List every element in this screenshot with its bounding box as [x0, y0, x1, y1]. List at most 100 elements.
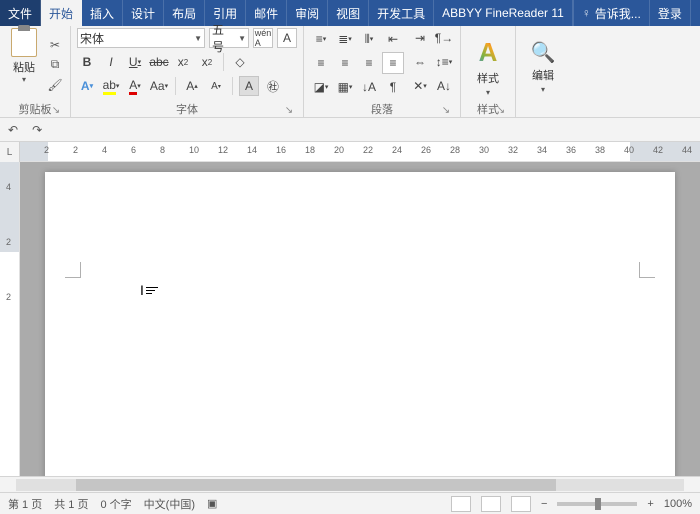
separator: [232, 77, 233, 95]
grow-font-button[interactable]: A▴: [182, 76, 202, 96]
zoom-in-button[interactable]: +: [647, 498, 653, 510]
font-name-combo[interactable]: 宋体▼: [77, 28, 205, 48]
styles-button[interactable]: A 样式 ▾: [467, 28, 509, 101]
font-group-label: 字体: [176, 101, 198, 117]
phonetic-icon: wénA: [255, 28, 272, 48]
ltr-button[interactable]: ¶→: [434, 28, 454, 48]
tab-selector[interactable]: L: [0, 142, 20, 162]
phonetic-guide-button[interactable]: wénA: [253, 28, 273, 48]
format-painter-button[interactable]: 🖌: [46, 77, 64, 93]
tab-view[interactable]: 视图: [328, 0, 369, 26]
clipboard-launcher[interactable]: ↘: [50, 104, 62, 116]
align-left-button[interactable]: ≡: [310, 52, 332, 74]
status-word-count[interactable]: 0 个字: [100, 496, 131, 512]
tab-insert[interactable]: 插入: [82, 0, 123, 26]
shrink-font-button[interactable]: A▾: [206, 76, 226, 96]
clipboard-group-label: 剪贴板: [19, 101, 52, 117]
tell-me-label: 告诉我...: [595, 5, 641, 22]
styles-launcher[interactable]: ↘: [495, 104, 507, 116]
bullets-button[interactable]: ≡▾: [310, 28, 332, 50]
scroll-track[interactable]: [16, 479, 684, 491]
increase-indent-button[interactable]: ⇥: [410, 28, 430, 48]
tell-me-search[interactable]: ♀ 告诉我...: [573, 0, 649, 26]
tab-layout[interactable]: 布局: [164, 0, 205, 26]
font-color-button[interactable]: A▾: [125, 76, 145, 96]
tab-home[interactable]: 开始: [41, 0, 82, 26]
status-language[interactable]: 中文(中国): [144, 496, 195, 512]
paragraph-launcher[interactable]: ↘: [440, 104, 452, 116]
paste-button[interactable]: 粘贴 ▾: [6, 28, 42, 84]
web-layout-button[interactable]: [511, 496, 531, 512]
vertical-ruler[interactable]: 422: [0, 162, 20, 476]
login-button[interactable]: 登录: [649, 0, 690, 26]
enclose-char-button[interactable]: ㊓: [263, 76, 283, 96]
multilevel-list-button[interactable]: ⫴▾: [358, 28, 380, 50]
line-spacing-button[interactable]: ↕≡▾: [434, 52, 454, 72]
vruler-tick: 4: [6, 182, 11, 192]
superscript-button[interactable]: x2: [197, 52, 217, 72]
underline-button[interactable]: U▾: [125, 52, 145, 72]
separator: [223, 53, 224, 71]
zoom-out-button[interactable]: −: [541, 498, 547, 510]
read-mode-button[interactable]: [451, 496, 471, 512]
ruler-tick: 30: [479, 145, 489, 155]
italic-button[interactable]: I: [101, 52, 121, 72]
enclose-icon: ㊓: [267, 78, 279, 95]
document-page[interactable]: I: [45, 172, 675, 476]
status-page[interactable]: 第 1 页: [8, 496, 42, 512]
font-name-value: 宋体: [80, 30, 104, 47]
text-effects-button[interactable]: A▾: [77, 76, 97, 96]
vruler-tick: 2: [6, 237, 11, 247]
tab-design[interactable]: 设计: [123, 0, 164, 26]
character-border-button[interactable]: A: [277, 28, 297, 48]
status-total-pages: 共 1 页: [54, 496, 88, 512]
sort-az-button[interactable]: A↓: [434, 76, 454, 96]
ruler-tick: 26: [421, 145, 431, 155]
show-marks-button[interactable]: ¶: [382, 76, 404, 98]
undo-button[interactable]: ↶: [8, 123, 18, 137]
numbering-button[interactable]: ≣▾: [334, 28, 356, 50]
ruler-tick: 6: [131, 145, 136, 155]
asian-layout-button[interactable]: ✕▾: [410, 76, 430, 96]
copy-button[interactable]: ⧉: [46, 57, 64, 73]
align-right-button[interactable]: ≡: [358, 52, 380, 74]
horizontal-ruler[interactable]: 2246810121416182022242628303234363840424…: [20, 142, 700, 161]
share-button[interactable]: ⇪共享: [690, 0, 700, 26]
align-center-button[interactable]: ≡: [334, 52, 356, 74]
align-justify-button[interactable]: ≡: [382, 52, 404, 74]
tab-abbyy[interactable]: ABBYY FineReader 11: [434, 0, 573, 26]
ruler-tick: 16: [276, 145, 286, 155]
clear-formatting-button[interactable]: ◇: [230, 52, 250, 72]
strikethrough-button[interactable]: abc: [149, 52, 169, 72]
tab-developer[interactable]: 开发工具: [369, 0, 434, 26]
macro-icon[interactable]: ▣: [207, 497, 217, 510]
find-button[interactable]: 🔍 编辑 ▾: [522, 28, 564, 101]
redo-button[interactable]: ↷: [32, 123, 42, 137]
shading-button[interactable]: ◪▾: [310, 76, 332, 98]
chevron-down-icon: ▾: [486, 88, 490, 97]
tab-mailings[interactable]: 邮件: [246, 0, 287, 26]
ruler-tick: 28: [450, 145, 460, 155]
highlight-button[interactable]: ab▾: [101, 76, 121, 96]
decrease-indent-button[interactable]: ⇤: [382, 28, 404, 50]
font-size-combo[interactable]: 五号▼: [209, 28, 249, 48]
bulb-icon: ♀: [582, 6, 591, 20]
tab-file[interactable]: 文件: [0, 0, 41, 26]
margin-corner-tl: [65, 262, 81, 278]
scroll-thumb[interactable]: [76, 479, 556, 491]
borders-button[interactable]: ▦▾: [334, 76, 356, 98]
horizontal-scrollbar[interactable]: [0, 476, 700, 492]
page-scroll-area[interactable]: I: [20, 162, 700, 476]
cut-button[interactable]: ✂: [46, 37, 64, 53]
zoom-level[interactable]: 100%: [664, 498, 692, 510]
print-layout-button[interactable]: [481, 496, 501, 512]
font-launcher[interactable]: ↘: [283, 104, 295, 116]
sort-button[interactable]: ↓A: [358, 76, 380, 98]
change-case-button[interactable]: Aa▾: [149, 76, 169, 96]
tab-review[interactable]: 审阅: [287, 0, 328, 26]
distribute-button[interactable]: ⇔: [410, 52, 430, 72]
zoom-slider[interactable]: [557, 502, 637, 506]
bold-button[interactable]: B: [77, 52, 97, 72]
char-shading-button[interactable]: A: [239, 76, 259, 96]
subscript-button[interactable]: x2: [173, 52, 193, 72]
